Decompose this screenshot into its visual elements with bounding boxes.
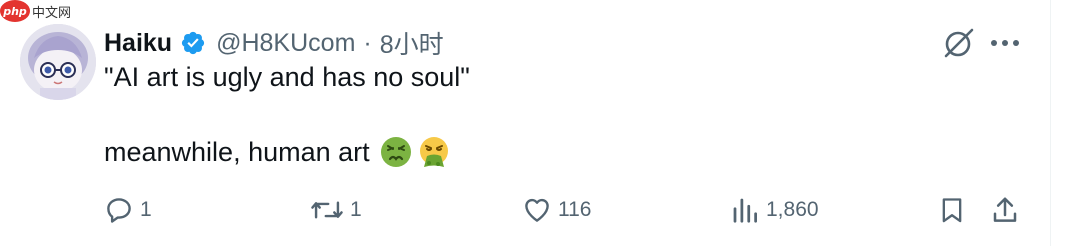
share-button[interactable] (990, 194, 1020, 226)
reply-count: 1 (140, 198, 152, 221)
bookmark-button[interactable] (938, 194, 966, 226)
tweet-timestamp[interactable]: 8小时 (380, 25, 444, 61)
bookmark-icon (942, 198, 962, 223)
views-chart-icon (733, 198, 757, 223)
views-button[interactable]: 1,860 (730, 194, 819, 226)
author-handle[interactable]: @H8KUcom (216, 29, 355, 58)
avatar-illustration (20, 24, 96, 100)
watermark-logo: php (0, 0, 30, 22)
views-count: 1,860 (766, 198, 819, 221)
reply-button[interactable]: 1 (104, 194, 152, 226)
grok-icon[interactable] (942, 26, 976, 60)
nauseated-face-emoji-icon (380, 136, 412, 168)
like-button[interactable]: 116 (522, 194, 591, 226)
avatar[interactable] (20, 24, 96, 100)
retweet-button[interactable]: 1 (310, 194, 362, 226)
reply-icon (107, 198, 131, 223)
like-count: 116 (558, 198, 592, 221)
tweet-text-line-2: meanwhile, human art (104, 136, 370, 167)
watermark-site-text: 中文网 (32, 5, 72, 21)
tweet-text-line-2-container: meanwhile, human art (104, 136, 450, 168)
separator-dot: · (363, 28, 372, 57)
share-icon (993, 197, 1017, 222)
tweet-text-line-1: "AI art is ugly and has no soul" (104, 62, 470, 92)
verified-badge-icon[interactable] (180, 30, 206, 56)
retweet-icon (311, 201, 343, 219)
author-name[interactable]: Haiku (104, 29, 172, 58)
retweet-count: 1 (350, 198, 362, 221)
tweet-header: Haiku @H8KUcom · 8小时 (104, 26, 444, 60)
site-watermark: php 中文网 (0, 0, 76, 22)
more-options-icon[interactable] (988, 28, 1022, 58)
vomiting-face-emoji-icon (418, 136, 450, 168)
heart-icon (525, 198, 549, 222)
timeline-divider (1050, 0, 1051, 246)
